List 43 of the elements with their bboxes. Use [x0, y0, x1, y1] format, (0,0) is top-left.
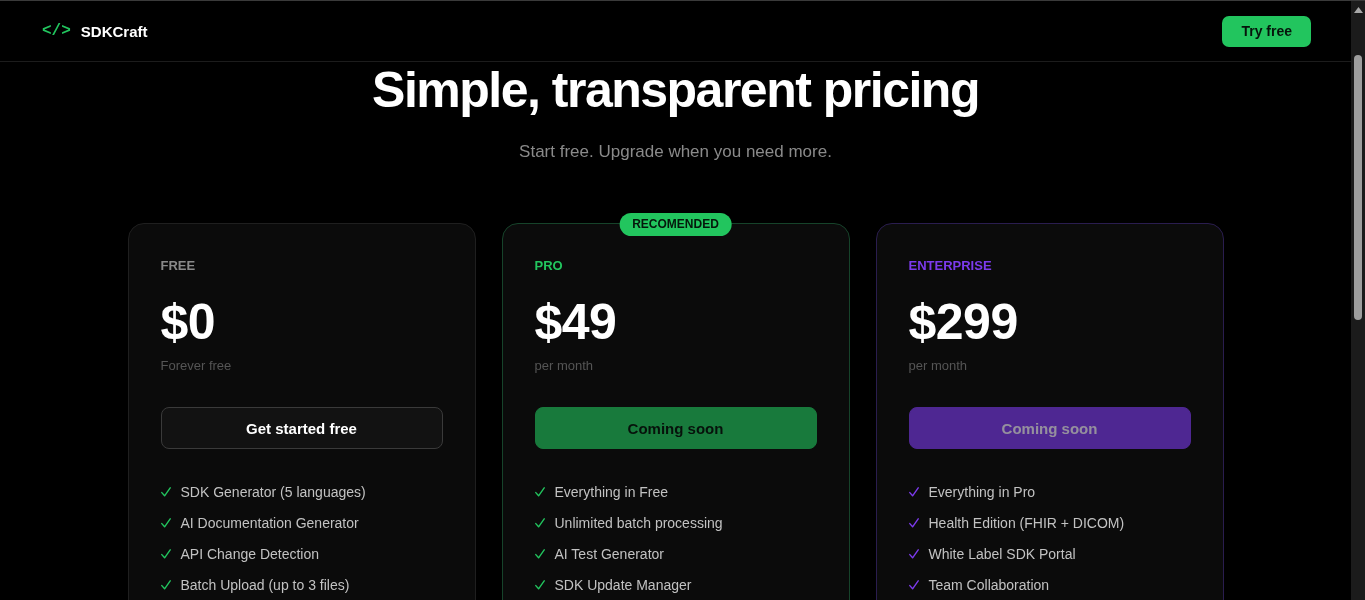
feature-text: Unlimited batch processing: [554, 514, 723, 533]
check-icon: [908, 580, 919, 590]
feature-text: SDK Update Manager: [554, 576, 692, 595]
plan-price: $299: [908, 297, 1018, 347]
try-free-button[interactable]: Try free: [1222, 15, 1311, 47]
feature-text: AI Documentation Generator: [180, 514, 359, 533]
check-icon: [908, 549, 919, 559]
check-icon: [160, 487, 171, 497]
page-subtitle: Start free. Upgrade when you need more.: [519, 141, 832, 163]
plan-period: per month: [908, 357, 968, 375]
check-icon: [160, 549, 171, 559]
page-title: Simple, transparent pricing: [372, 63, 979, 118]
check-icon: [534, 580, 545, 590]
check-icon: [160, 518, 171, 528]
feature-text: White Label SDK Portal: [928, 545, 1076, 564]
feature-text: AI Test Generator: [554, 545, 664, 564]
check-icon: [908, 487, 919, 497]
plan-button[interactable]: Get started free: [160, 407, 443, 449]
logo-mark: </>: [42, 22, 71, 40]
check-icon: [908, 518, 919, 528]
feature-text: Everything in Pro: [928, 483, 1036, 502]
logo-name: SDKCraft: [80, 22, 148, 40]
scrollbar[interactable]: [1351, 1, 1365, 600]
feature-text: API Change Detection: [180, 545, 320, 564]
feature-text: SDK Generator (5 languages): [180, 483, 366, 502]
feature-text: Batch Upload (up to 3 files): [180, 576, 350, 595]
feature-text: Health Edition (FHIR + DICOM): [928, 514, 1125, 533]
check-icon: [534, 518, 545, 528]
plan-name: ENTERPRISE: [908, 258, 992, 274]
scrollbar-thumb[interactable]: [1354, 55, 1362, 320]
feature-text: Everything in Free: [554, 483, 669, 502]
plan-period: Forever free: [160, 357, 232, 375]
plan-name: PRO: [534, 258, 563, 274]
plan-name: FREE: [160, 258, 196, 274]
feature-text: Team Collaboration: [928, 576, 1050, 595]
plan-price: $49: [534, 297, 617, 347]
recommended-badge: RECOMENDED: [619, 213, 732, 236]
check-icon: [534, 487, 545, 497]
plan-price: $0: [160, 297, 216, 347]
check-icon: [534, 549, 545, 559]
scroll-up-arrow-icon[interactable]: [1353, 7, 1363, 13]
check-icon: [160, 580, 171, 590]
plan-period: per month: [534, 357, 594, 375]
